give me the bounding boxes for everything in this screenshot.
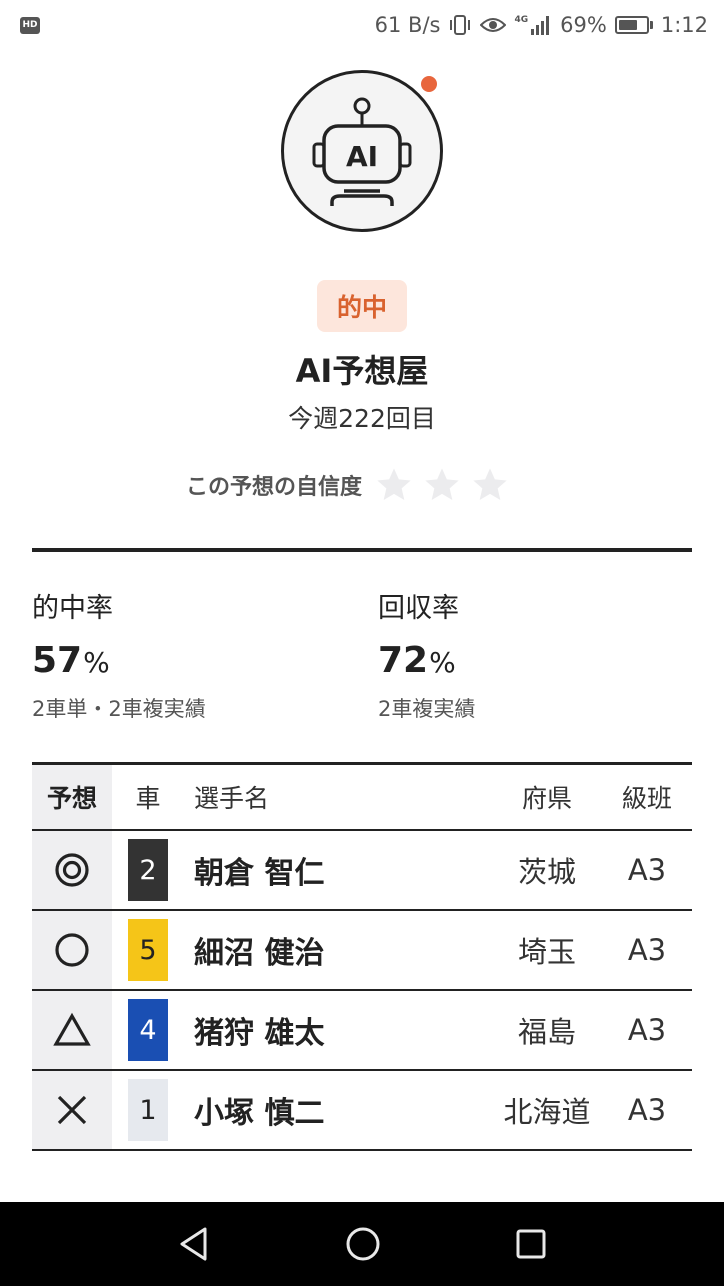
car-number-cell: 2 [112, 831, 184, 909]
home-circle-icon[interactable] [345, 1226, 381, 1262]
vibrate-icon [448, 14, 472, 36]
navigation-bar [0, 1202, 724, 1286]
car-number-badge: 5 [128, 919, 168, 981]
robot-ai-icon: AI [281, 70, 443, 232]
network-label: 4G [514, 15, 529, 25]
star-icon [473, 468, 507, 500]
rider-name: 猪狩 雄太 [194, 1016, 325, 1051]
double-circle-icon [32, 831, 112, 909]
return-rate-unit: % [429, 646, 456, 679]
star-icon [425, 468, 459, 500]
hit-rate-stat: 的中率 57% 2車単・2車複実績 [32, 590, 206, 724]
hit-rate-value: 57% [32, 638, 206, 684]
table-row[interactable]: 1 小塚 慎二 北海道 A3 [32, 1071, 692, 1151]
confidence-label: この予想の自信度 [186, 475, 363, 500]
triangle-icon [32, 991, 112, 1069]
back-triangle-icon[interactable] [177, 1226, 211, 1262]
hit-rate-number: 57 [32, 640, 83, 681]
status-right: 61 B/s 4G 69% 1:12 [375, 13, 708, 37]
signal-icon: 4G [514, 15, 552, 35]
car-number-badge: 1 [128, 1079, 168, 1141]
hd-badge: HD [20, 16, 40, 34]
status-bar: HD 61 B/s 4G 69% 1:12 [0, 0, 724, 50]
page-title: AI予想屋 [295, 352, 429, 390]
prediction-table: 予想 車 選手名 府県 級班 2 朝倉 智仁 茨城 A3 5 細沼 健治 埼玉 A3 4 猪狩 雄… [32, 762, 692, 1151]
clock: 1:12 [660, 13, 708, 37]
confidence-stars [374, 465, 510, 505]
header-name: 選手名 [194, 784, 270, 813]
table-header: 予想 車 選手名 府県 級班 [32, 765, 692, 831]
return-rate-note: 2車複実績 [378, 697, 476, 721]
rider-class: A3 [627, 1013, 667, 1047]
hit-rate-label: 的中率 [32, 593, 113, 624]
page-subtitle: 今週222回目 [288, 404, 436, 433]
car-number-cell: 5 [112, 911, 184, 989]
header-mark: 予想 [32, 765, 112, 829]
return-rate-stat: 回収率 72% 2車複実績 [378, 590, 475, 724]
recents-square-icon[interactable] [515, 1228, 547, 1260]
cross-icon [32, 1071, 112, 1149]
rider-class: A3 [627, 933, 667, 967]
star-icon [377, 468, 411, 500]
table-body: 2 朝倉 智仁 茨城 A3 5 細沼 健治 埼玉 A3 4 猪狩 雄太 福島 A3 1 小塚 慎二 北海道 A… [32, 831, 692, 1151]
rider-prefecture: 北海道 [503, 1095, 591, 1129]
rider-class: A3 [627, 853, 667, 887]
rider-class: A3 [627, 1093, 667, 1127]
hit-rate-unit: % [83, 646, 110, 679]
header-class: 級班 [621, 784, 672, 813]
notification-dot [421, 76, 437, 92]
rider-name: 細沼 健治 [194, 936, 325, 971]
avatar-wrap[interactable]: AI [281, 70, 443, 232]
battery-fill [618, 20, 637, 30]
return-rate-number: 72 [378, 640, 429, 681]
table-row[interactable]: 5 細沼 健治 埼玉 A3 [32, 911, 692, 991]
header-car: 車 [135, 784, 161, 813]
eye-icon [480, 15, 507, 35]
rider-name: 朝倉 智仁 [194, 856, 325, 891]
battery-icon [614, 16, 653, 34]
avatar-text: AI [346, 140, 378, 173]
rider-prefecture: 茨城 [517, 855, 576, 889]
car-number-badge: 4 [128, 999, 168, 1061]
table-row[interactable]: 4 猪狩 雄太 福島 A3 [32, 991, 692, 1071]
car-number-badge: 2 [128, 839, 168, 901]
table-row[interactable]: 2 朝倉 智仁 茨城 A3 [32, 831, 692, 911]
circle-icon [32, 911, 112, 989]
car-number-cell: 1 [112, 1071, 184, 1149]
net-speed: 61 B/s [374, 13, 441, 37]
rider-prefecture: 埼玉 [517, 935, 576, 969]
battery-percent: 69% [560, 13, 607, 37]
rider-name: 小塚 慎二 [194, 1096, 325, 1131]
return-rate-label: 回収率 [378, 593, 459, 624]
section-divider [32, 548, 692, 552]
hit-badge: 的中 [317, 280, 407, 332]
confidence-rating: この予想の自信度 [186, 463, 510, 507]
rider-prefecture: 福島 [517, 1015, 576, 1049]
header-pref: 府県 [521, 784, 572, 813]
return-rate-value: 72% [378, 638, 475, 684]
car-number-cell: 4 [112, 991, 184, 1069]
hit-rate-note: 2車単・2車複実績 [32, 697, 206, 721]
